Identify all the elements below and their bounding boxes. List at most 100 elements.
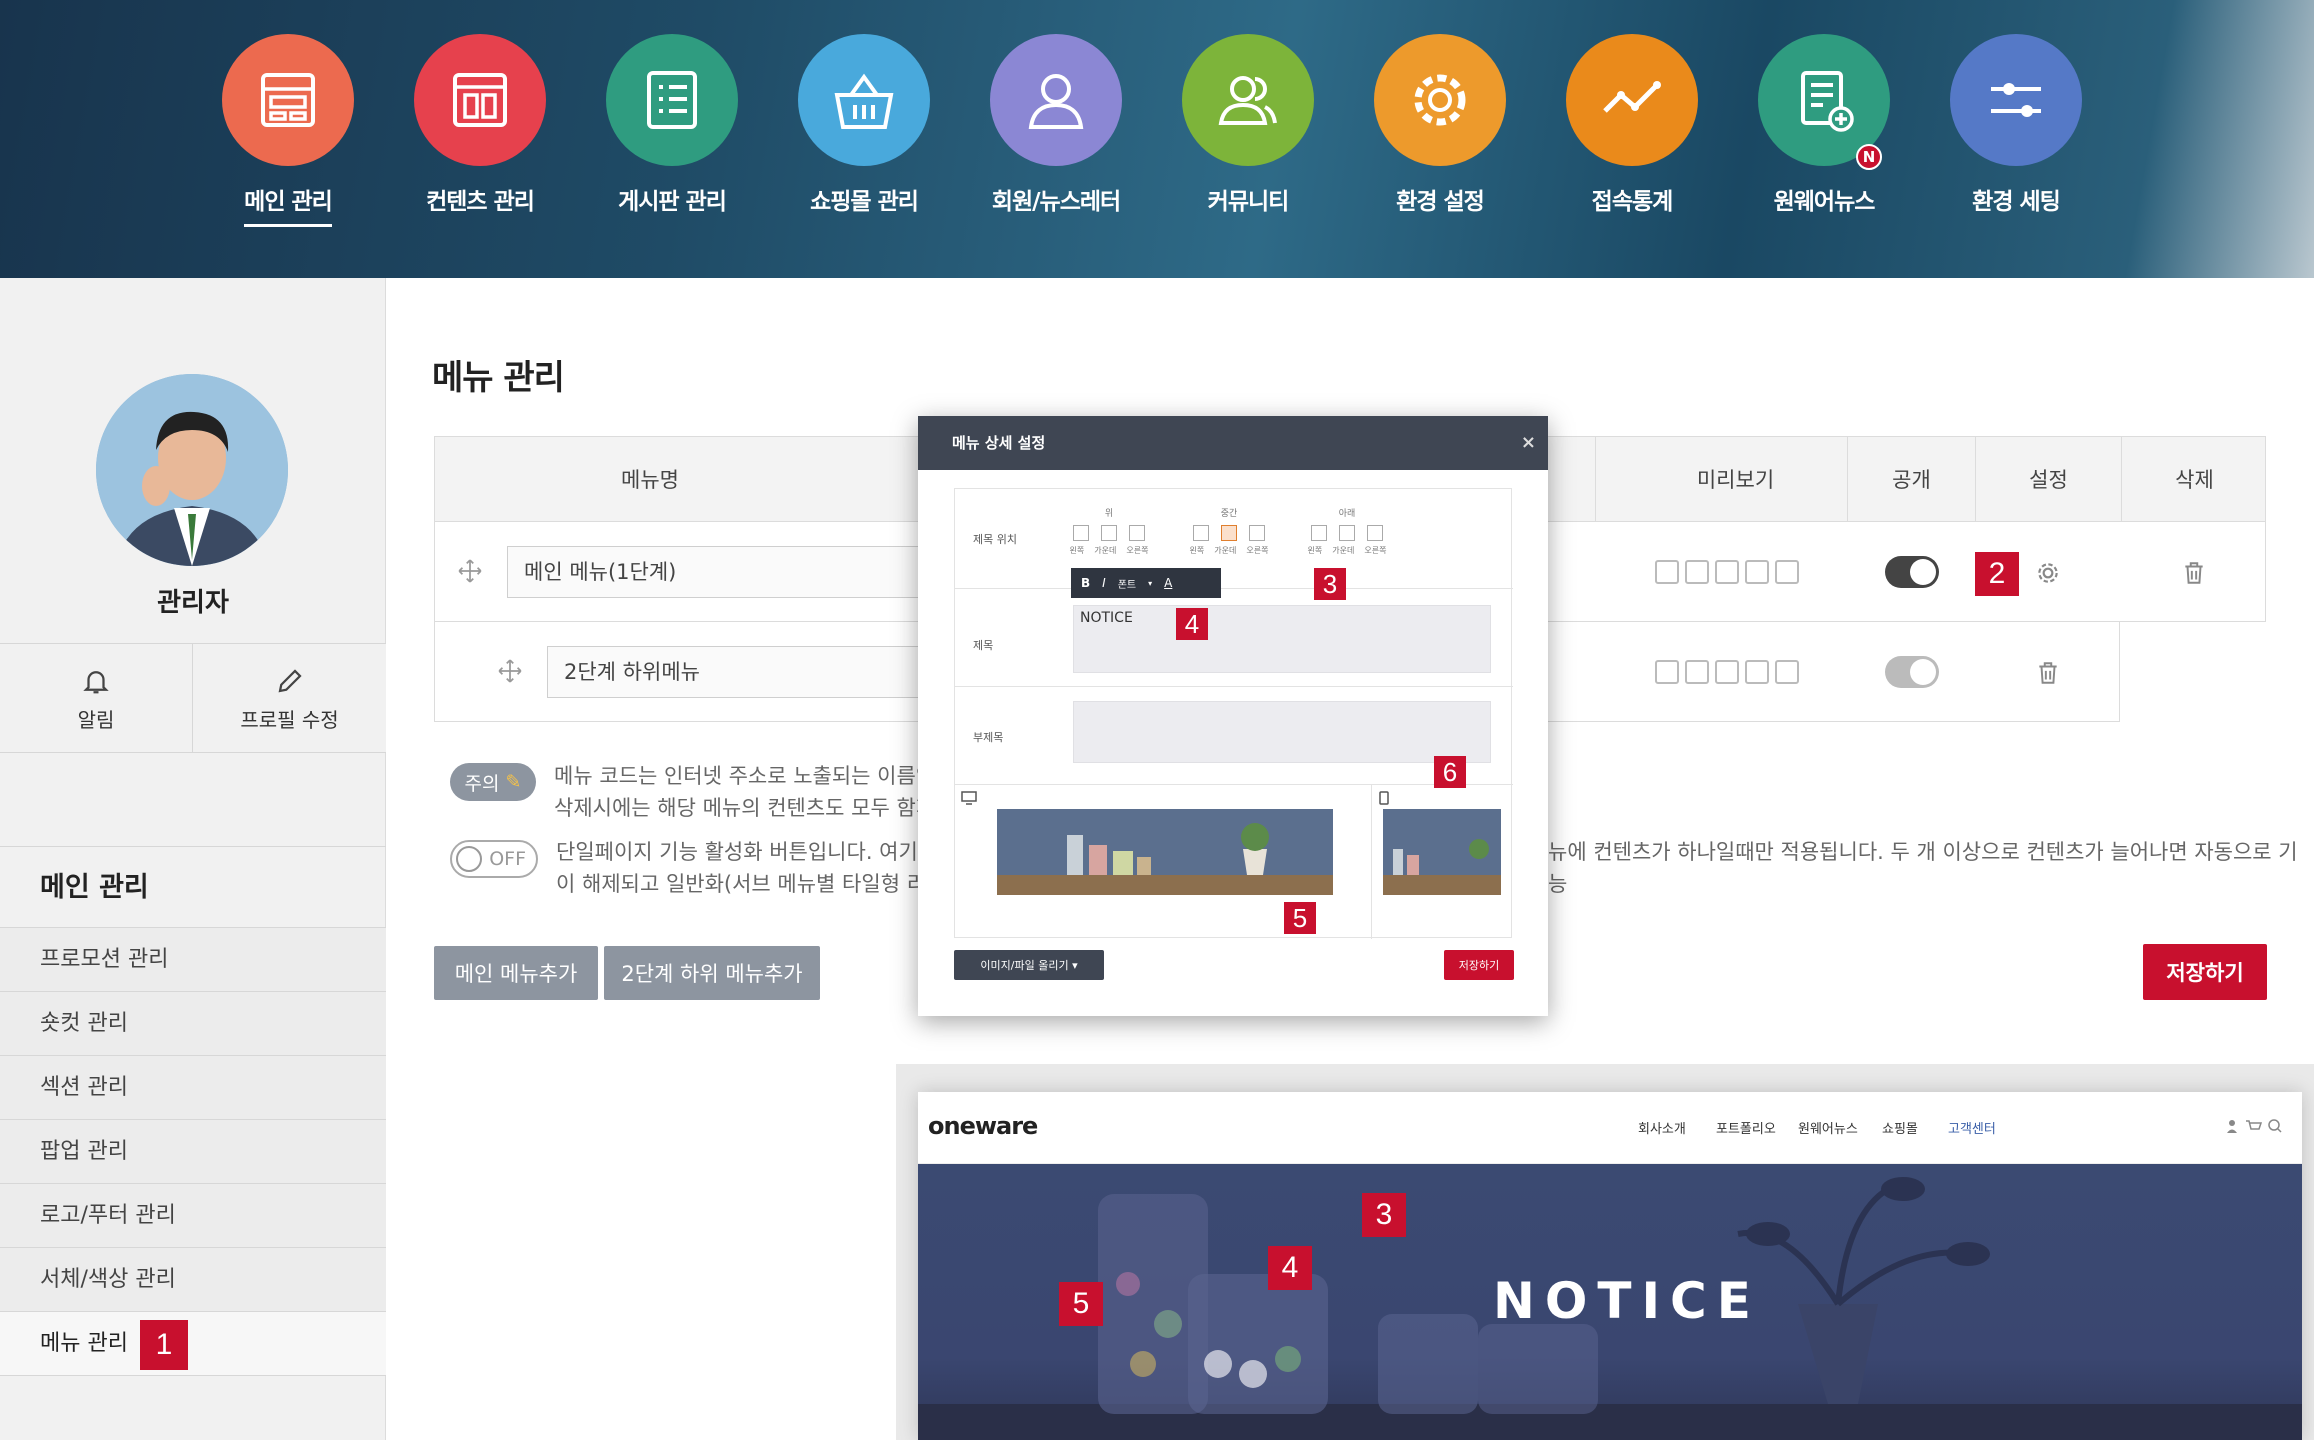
subtitle-label: 부제목 — [973, 731, 1004, 744]
marker-6: 6 — [1434, 756, 1466, 788]
modal-save-button[interactable]: 저장하기 — [1444, 950, 1514, 980]
nav-item-3[interactable]: 쇼핑몰 관리 — [769, 34, 959, 224]
public-toggle[interactable] — [1885, 556, 1939, 588]
nav-item-5[interactable]: 커뮤니티 — [1153, 34, 1343, 224]
nav-item-2[interactable]: 게시판 관리 — [577, 34, 767, 224]
preview-layout-options[interactable] — [1655, 560, 1799, 584]
nav-label: 컨텐츠 관리 — [426, 189, 535, 215]
sidebar-item[interactable]: 메뉴 관리 1 — [0, 1312, 386, 1376]
news-icon — [1801, 71, 1854, 132]
trash-icon[interactable] — [2181, 560, 2207, 586]
nav-label: 환경 세팅 — [1972, 189, 2061, 215]
basket-icon — [834, 73, 894, 129]
position-option-label: 왼쪽 — [1307, 546, 1323, 555]
sidebar-item[interactable]: 프로모션 관리 — [0, 928, 386, 992]
drag-handle-icon[interactable] — [497, 658, 523, 684]
notice-text: 메뉴 코드는 인터넷 주소로 노출되는 이름입니 삭제시에는 해당 메뉴의 컨텐… — [554, 760, 961, 824]
position-option[interactable] — [1367, 525, 1383, 541]
position-option[interactable] — [1193, 525, 1209, 541]
text-color-button[interactable]: A — [1164, 576, 1172, 590]
sidebar-item-label: 서체/색상 관리 — [40, 1267, 176, 1292]
marker-1: 1 — [140, 1320, 188, 1370]
stats-icon — [1603, 81, 1661, 113]
profile-edit-button[interactable]: 프로필 수정 — [193, 643, 386, 753]
subtitle-input[interactable] — [1073, 701, 1491, 763]
notice-line-2: 삭제시에는 해당 메뉴의 컨텐츠도 모두 함께 삭 — [554, 796, 962, 820]
title-input[interactable]: NOTICE — [1073, 605, 1491, 673]
nav-circle — [1566, 34, 1698, 166]
col-preview: 미리보기 — [1595, 437, 1875, 523]
user-icon — [1028, 74, 1084, 129]
save-button[interactable]: 저장하기 — [2143, 944, 2267, 1000]
public-toggle[interactable] — [1885, 656, 1939, 688]
preview-nav-link[interactable]: 고객센터 — [1948, 1118, 1996, 1137]
nav-circle — [1950, 34, 2082, 166]
sidebar-item-label: 팝업 관리 — [40, 1139, 128, 1164]
submenu-name-input[interactable]: 2단계 하위메뉴 — [547, 646, 947, 698]
menu-name-input[interactable]: 메인 메뉴(1단계) — [507, 546, 947, 598]
drag-handle-icon[interactable] — [457, 558, 483, 584]
nav-item-1[interactable]: 컨텐츠 관리 — [385, 34, 575, 224]
avatar — [96, 374, 288, 566]
close-icon[interactable]: × — [1521, 416, 1536, 470]
preview-nav-link[interactable]: 원웨어뉴스 — [1798, 1118, 1858, 1137]
divider — [1371, 785, 1372, 939]
sidebar-item-label: 숏컷 관리 — [40, 1011, 128, 1036]
preview-hero: NOTICE 3 4 5 — [918, 1164, 2302, 1440]
col-public: 공개 — [1847, 437, 1975, 523]
preview-nav-link[interactable]: 회사소개 — [1638, 1118, 1686, 1137]
marker-2: 2 — [1975, 552, 2019, 596]
sidebar-item[interactable]: 로고/푸터 관리 — [0, 1184, 386, 1248]
notice-badge-label: 주의 — [464, 772, 500, 795]
col-menu-name: 메뉴명 — [621, 468, 679, 492]
preview-navbar: oneware 회사소개 포트폴리오 원웨어뉴스 쇼핑몰 고객센터 — [918, 1092, 2302, 1164]
nav-circle — [222, 34, 354, 166]
italic-button[interactable]: I — [1102, 576, 1106, 590]
marker-3: 3 — [1314, 568, 1346, 600]
add-submenu-button[interactable]: 2단계 하위 메뉴추가 — [604, 946, 820, 1000]
position-option[interactable] — [1221, 525, 1237, 541]
position-option[interactable] — [1101, 525, 1117, 541]
single-page-toggle[interactable]: OFF — [450, 840, 538, 878]
nav-label: 메인 관리 — [244, 182, 333, 227]
sidebar-item[interactable]: 팝업 관리 — [0, 1120, 386, 1184]
desktop-icon — [961, 791, 977, 805]
position-option[interactable] — [1129, 525, 1145, 541]
nav-item-0[interactable]: 메인 관리 — [193, 34, 383, 227]
alert-button[interactable]: 알림 — [0, 643, 193, 753]
position-option[interactable] — [1073, 525, 1089, 541]
mobile-image-thumbnail[interactable] — [1383, 809, 1501, 895]
preview-layout-options[interactable] — [1655, 660, 1799, 684]
position-option-label: 오른쪽 — [1364, 546, 1387, 555]
preview-nav-link[interactable]: 포트폴리오 — [1716, 1118, 1776, 1137]
position-option[interactable] — [1249, 525, 1265, 541]
sidebar-item[interactable]: 섹션 관리 — [0, 1056, 386, 1120]
position-option[interactable] — [1339, 525, 1355, 541]
title-position-label: 제목 위치 — [973, 533, 1017, 546]
preview-utility-icons — [2227, 1119, 2282, 1133]
nav-label: 회원/뉴스레터 — [991, 189, 1121, 215]
bold-button[interactable]: B — [1081, 576, 1090, 590]
add-main-menu-button[interactable]: 메인 메뉴추가 — [434, 946, 598, 1000]
sidebar-item[interactable]: 서체/색상 관리 — [0, 1248, 386, 1312]
mobile-icon — [1379, 791, 1389, 805]
nav-item-4[interactable]: 회원/뉴스레터 — [961, 34, 1151, 224]
position-option[interactable] — [1311, 525, 1327, 541]
nav-label: 게시판 관리 — [618, 189, 727, 215]
desktop-image-thumbnail[interactable] — [997, 809, 1333, 895]
font-select[interactable]: 폰트 — [1118, 576, 1136, 591]
upload-file-button[interactable]: 이미지/파일 올리기 ▾ — [954, 950, 1104, 980]
alert-label: 알림 — [77, 708, 115, 732]
notice-line-1: 메뉴 코드는 인터넷 주소로 노출되는 이름입니 — [554, 764, 955, 788]
nav-item-6[interactable]: 환경 설정 — [1345, 34, 1535, 224]
preview-nav-link[interactable]: 쇼핑몰 — [1882, 1118, 1918, 1137]
position-option-label: 가운데 — [1094, 546, 1117, 555]
col-delete: 삭제 — [2121, 437, 2267, 523]
nav-item-8[interactable]: N 원웨어뉴스 — [1729, 34, 1919, 224]
nav-item-7[interactable]: 접속통계 — [1537, 34, 1727, 224]
gear-icon[interactable] — [2035, 560, 2061, 586]
trash-icon[interactable] — [2035, 660, 2061, 686]
nav-item-9[interactable]: 환경 세팅 — [1921, 34, 2111, 224]
sidebar-item[interactable]: 숏컷 관리 — [0, 992, 386, 1056]
sidebar-item-label: 섹션 관리 — [40, 1075, 128, 1100]
